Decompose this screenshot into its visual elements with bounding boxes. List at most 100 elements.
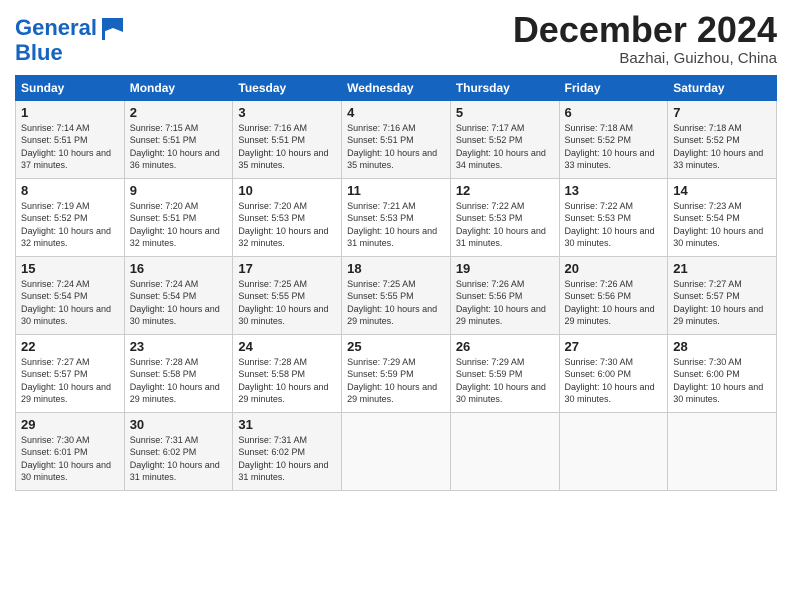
month-year: December 2024: [513, 10, 777, 50]
day-number: 1: [21, 105, 119, 120]
day-info: Sunrise: 7:27 AMSunset: 5:57 PMDaylight:…: [21, 357, 111, 405]
day-info: Sunrise: 7:31 AMSunset: 6:02 PMDaylight:…: [238, 435, 328, 483]
day-info: Sunrise: 7:25 AMSunset: 5:55 PMDaylight:…: [238, 279, 328, 327]
table-row: 16 Sunrise: 7:24 AMSunset: 5:54 PMDayligh…: [124, 256, 233, 334]
day-number: 25: [347, 339, 445, 354]
day-info: Sunrise: 7:30 AMSunset: 6:01 PMDaylight:…: [21, 435, 111, 483]
day-number: 19: [456, 261, 554, 276]
day-info: Sunrise: 7:24 AMSunset: 5:54 PMDaylight:…: [21, 279, 111, 327]
table-row: 15 Sunrise: 7:24 AMSunset: 5:54 PMDayligh…: [16, 256, 125, 334]
table-row: 21Sunrise: 7:27 AMSunset: 5:57 PMDayligh…: [668, 256, 777, 334]
calendar-week-row: 15 Sunrise: 7:24 AMSunset: 5:54 PMDayligh…: [16, 256, 777, 334]
header-sunday: Sunday: [16, 75, 125, 100]
table-row: 4 Sunrise: 7:16 AMSunset: 5:51 PMDaylight…: [342, 100, 451, 178]
table-row: 29 Sunrise: 7:30 AMSunset: 6:01 PMDayligh…: [16, 412, 125, 490]
table-row: 14 Sunrise: 7:23 AMSunset: 5:54 PMDayligh…: [668, 178, 777, 256]
day-number: 13: [565, 183, 663, 198]
day-info: Sunrise: 7:18 AMSunset: 5:52 PMDaylight:…: [673, 123, 763, 171]
table-row: [668, 412, 777, 490]
table-row: 23Sunrise: 7:28 AMSunset: 5:58 PMDayligh…: [124, 334, 233, 412]
table-row: 17Sunrise: 7:25 AMSunset: 5:55 PMDayligh…: [233, 256, 342, 334]
day-number: 4: [347, 105, 445, 120]
day-number: 10: [238, 183, 336, 198]
day-number: 28: [673, 339, 771, 354]
day-info: Sunrise: 7:30 AMSunset: 6:00 PMDaylight:…: [565, 357, 655, 405]
calendar-week-row: 8Sunrise: 7:19 AMSunset: 5:52 PMDaylight…: [16, 178, 777, 256]
day-info: Sunrise: 7:17 AMSunset: 5:52 PMDaylight:…: [456, 123, 546, 171]
calendar-table: Sunday Monday Tuesday Wednesday Thursday…: [15, 75, 777, 491]
day-number: 24: [238, 339, 336, 354]
table-row: 11Sunrise: 7:21 AMSunset: 5:53 PMDayligh…: [342, 178, 451, 256]
table-row: 24 Sunrise: 7:28 AMSunset: 5:58 PMDayligh…: [233, 334, 342, 412]
day-info: Sunrise: 7:28 AMSunset: 5:58 PMDaylight:…: [130, 357, 220, 405]
day-info: Sunrise: 7:22 AMSunset: 5:53 PMDaylight:…: [456, 201, 546, 249]
header-monday: Monday: [124, 75, 233, 100]
table-row: 13 Sunrise: 7:22 AMSunset: 5:53 PMDayligh…: [559, 178, 668, 256]
day-number: 22: [21, 339, 119, 354]
day-number: 18: [347, 261, 445, 276]
logo-text: General: [15, 17, 97, 39]
day-number: 27: [565, 339, 663, 354]
day-number: 29: [21, 417, 119, 432]
day-number: 2: [130, 105, 228, 120]
day-info: Sunrise: 7:30 AMSunset: 6:00 PMDaylight:…: [673, 357, 763, 405]
day-number: 11: [347, 183, 445, 198]
day-info: Sunrise: 7:29 AMSunset: 5:59 PMDaylight:…: [456, 357, 546, 405]
logo: General Blue: [15, 14, 127, 64]
logo-text-blue: Blue: [15, 42, 127, 64]
table-row: 30 Sunrise: 7:31 AMSunset: 6:02 PMDayligh…: [124, 412, 233, 490]
location: Bazhai, Guizhou, China: [513, 50, 777, 67]
table-row: 22 Sunrise: 7:27 AMSunset: 5:57 PMDayligh…: [16, 334, 125, 412]
day-number: 12: [456, 183, 554, 198]
day-info: Sunrise: 7:23 AMSunset: 5:54 PMDaylight:…: [673, 201, 763, 249]
table-row: 2Sunrise: 7:15 AMSunset: 5:51 PMDaylight…: [124, 100, 233, 178]
day-info: Sunrise: 7:22 AMSunset: 5:53 PMDaylight:…: [565, 201, 655, 249]
calendar-body: 1Sunrise: 7:14 AMSunset: 5:51 PMDaylight…: [16, 100, 777, 490]
logo-icon: [99, 14, 127, 42]
day-info: Sunrise: 7:26 AMSunset: 5:56 PMDaylight:…: [565, 279, 655, 327]
day-number: 20: [565, 261, 663, 276]
day-number: 5: [456, 105, 554, 120]
day-number: 3: [238, 105, 336, 120]
table-row: [342, 412, 451, 490]
day-number: 16: [130, 261, 228, 276]
header: General Blue December 2024 Bazhai, Guizh…: [15, 10, 777, 67]
header-saturday: Saturday: [668, 75, 777, 100]
table-row: 20 Sunrise: 7:26 AMSunset: 5:56 PMDayligh…: [559, 256, 668, 334]
day-number: 15: [21, 261, 119, 276]
table-row: [559, 412, 668, 490]
calendar-week-row: 29 Sunrise: 7:30 AMSunset: 6:01 PMDayligh…: [16, 412, 777, 490]
calendar-week-row: 1Sunrise: 7:14 AMSunset: 5:51 PMDaylight…: [16, 100, 777, 178]
day-info: Sunrise: 7:24 AMSunset: 5:54 PMDaylight:…: [130, 279, 220, 327]
day-info: Sunrise: 7:25 AMSunset: 5:55 PMDaylight:…: [347, 279, 437, 327]
table-row: 3Sunrise: 7:16 AMSunset: 5:51 PMDaylight…: [233, 100, 342, 178]
calendar-week-row: 22 Sunrise: 7:27 AMSunset: 5:57 PMDayligh…: [16, 334, 777, 412]
day-info: Sunrise: 7:20 AMSunset: 5:53 PMDaylight:…: [238, 201, 328, 249]
table-row: 31Sunrise: 7:31 AMSunset: 6:02 PMDayligh…: [233, 412, 342, 490]
table-row: 8Sunrise: 7:19 AMSunset: 5:52 PMDaylight…: [16, 178, 125, 256]
day-number: 26: [456, 339, 554, 354]
table-row: 27 Sunrise: 7:30 AMSunset: 6:00 PMDayligh…: [559, 334, 668, 412]
day-info: Sunrise: 7:16 AMSunset: 5:51 PMDaylight:…: [347, 123, 437, 171]
day-number: 7: [673, 105, 771, 120]
header-friday: Friday: [559, 75, 668, 100]
table-row: 1Sunrise: 7:14 AMSunset: 5:51 PMDaylight…: [16, 100, 125, 178]
table-row: 28 Sunrise: 7:30 AMSunset: 6:00 PMDayligh…: [668, 334, 777, 412]
header-thursday: Thursday: [450, 75, 559, 100]
day-info: Sunrise: 7:29 AMSunset: 5:59 PMDaylight:…: [347, 357, 437, 405]
table-row: 10 Sunrise: 7:20 AMSunset: 5:53 PMDayligh…: [233, 178, 342, 256]
day-number: 6: [565, 105, 663, 120]
day-number: 14: [673, 183, 771, 198]
day-info: Sunrise: 7:31 AMSunset: 6:02 PMDaylight:…: [130, 435, 220, 483]
table-row: 19Sunrise: 7:26 AMSunset: 5:56 PMDayligh…: [450, 256, 559, 334]
table-row: 5 Sunrise: 7:17 AMSunset: 5:52 PMDaylight…: [450, 100, 559, 178]
day-number: 8: [21, 183, 119, 198]
table-row: 9Sunrise: 7:20 AMSunset: 5:51 PMDaylight…: [124, 178, 233, 256]
day-info: Sunrise: 7:28 AMSunset: 5:58 PMDaylight:…: [238, 357, 328, 405]
table-row: 12 Sunrise: 7:22 AMSunset: 5:53 PMDayligh…: [450, 178, 559, 256]
table-row: 26 Sunrise: 7:29 AMSunset: 5:59 PMDayligh…: [450, 334, 559, 412]
day-number: 30: [130, 417, 228, 432]
day-info: Sunrise: 7:27 AMSunset: 5:57 PMDaylight:…: [673, 279, 763, 327]
table-row: [450, 412, 559, 490]
day-info: Sunrise: 7:18 AMSunset: 5:52 PMDaylight:…: [565, 123, 655, 171]
